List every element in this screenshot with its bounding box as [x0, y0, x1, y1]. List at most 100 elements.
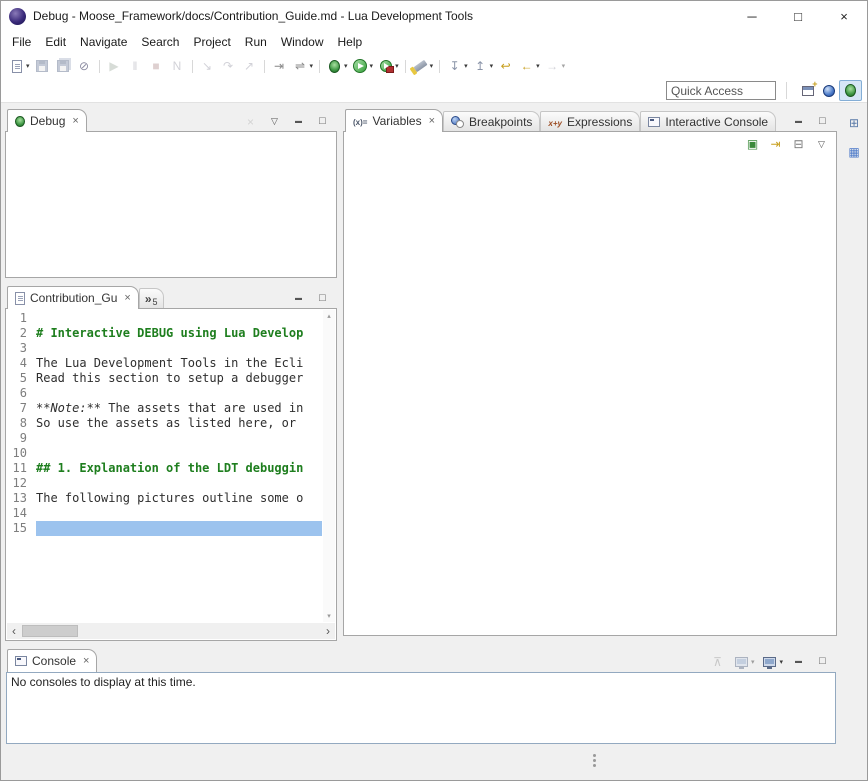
scroll-right-icon[interactable]: › — [321, 624, 335, 638]
run-to-line-button[interactable]: ⇥ — [269, 57, 290, 76]
scrollbar-thumb[interactable] — [22, 625, 78, 637]
skip-all-breakpoints-button[interactable]: ⊘ — [74, 57, 95, 76]
back-button[interactable]: ←▾ — [516, 57, 542, 76]
menu-window[interactable]: Window — [274, 35, 331, 49]
editor-line-11[interactable]: 11## 1. Explanation of the LDT debuggin — [8, 461, 322, 476]
run-button[interactable]: ▾ — [350, 57, 376, 76]
maximize-button[interactable]: □ — [312, 112, 333, 131]
view-menu-icon: ▽ — [266, 113, 283, 130]
editor-line-5[interactable]: 5Read this section to setup a debugger — [8, 371, 322, 386]
show-logical-structure-button[interactable]: ▣ — [742, 135, 763, 154]
tab-interactive-console[interactable]: Interactive Console — [640, 111, 776, 131]
maximize-button[interactable]: □ — [812, 652, 833, 671]
dropdown-arrow-icon[interactable]: ▾ — [562, 62, 566, 70]
open-console-icon — [761, 653, 778, 670]
editor-tab-contribution-guide[interactable]: Contribution_Gu × — [7, 286, 139, 309]
editor-line-1[interactable]: 1 — [8, 311, 322, 326]
menu-file[interactable]: File — [5, 35, 38, 49]
menu-project[interactable]: Project — [186, 35, 237, 49]
collapse-all-button[interactable]: ⊟ — [788, 135, 809, 154]
minimize-button[interactable]: ▬ — [288, 112, 309, 131]
open-perspective-button[interactable] — [797, 81, 818, 100]
debug-view-content[interactable] — [5, 131, 337, 278]
view-menu-button[interactable]: ▽ — [811, 135, 832, 154]
editor-horizontal-scrollbar[interactable]: ‹ › — [7, 623, 335, 639]
editor-line-13[interactable]: 13The following pictures outline some o — [8, 491, 322, 506]
editor-line-10[interactable]: 10 — [8, 446, 322, 461]
minimize-button[interactable]: ▬ — [788, 652, 809, 671]
menu-help[interactable]: Help — [331, 35, 370, 49]
dropdown-arrow-icon[interactable]: ▾ — [370, 62, 374, 70]
tab-expressions[interactable]: Expressions — [540, 111, 640, 131]
next-annotation-button[interactable]: ↧▾ — [444, 57, 470, 76]
editor-line-3[interactable]: 3 — [8, 341, 322, 356]
tab-console[interactable]: Console × — [7, 649, 97, 672]
editor-vertical-scrollbar[interactable]: ▴ ▾ — [323, 310, 335, 622]
minimized-outline-view-button[interactable]: ▦ — [844, 142, 865, 161]
tab-debug[interactable]: Debug × — [7, 109, 87, 132]
dropdown-arrow-icon[interactable]: ▾ — [395, 62, 399, 70]
quick-access-input[interactable]: Quick Access — [666, 81, 776, 100]
close-window-button[interactable]: × — [821, 1, 867, 31]
scroll-left-icon[interactable]: ‹ — [7, 624, 21, 638]
sash-handle[interactable] — [593, 754, 596, 757]
maximize-window-button[interactable]: □ — [775, 1, 821, 31]
maximize-button[interactable]: □ — [312, 289, 333, 308]
close-tab-icon[interactable]: × — [124, 292, 130, 304]
minimize-button[interactable]: ▬ — [288, 289, 309, 308]
dropdown-arrow-icon[interactable]: ▾ — [430, 62, 434, 70]
dropdown-arrow-icon[interactable]: ▾ — [26, 62, 30, 70]
debug-button[interactable]: ▾ — [324, 57, 350, 76]
debug-perspective-button[interactable] — [839, 80, 862, 101]
editor-line-15[interactable]: 15 — [8, 521, 322, 536]
last-edit-location-button[interactable]: ↩ — [495, 57, 516, 76]
editor-line-6[interactable]: 6 — [8, 386, 322, 401]
dropdown-arrow-icon[interactable]: ▾ — [779, 658, 783, 666]
restore-minimized-view-button[interactable]: ⊞ — [844, 113, 865, 132]
editor-text-area[interactable]: 12# Interactive DEBUG using Lua Develop3… — [8, 311, 322, 621]
editor-line-2[interactable]: 2# Interactive DEBUG using Lua Develop — [8, 326, 322, 341]
menu-search[interactable]: Search — [134, 35, 186, 49]
add-watch-button[interactable]: ⇥ — [765, 135, 786, 154]
use-step-filters-button[interactable]: ⇌▾ — [290, 57, 316, 76]
dropdown-arrow-icon[interactable]: ▾ — [751, 658, 755, 666]
scroll-down-icon[interactable]: ▾ — [327, 612, 331, 620]
dropdown-arrow-icon[interactable]: ▾ — [536, 62, 540, 70]
next-annotation-icon: ↧ — [446, 58, 463, 75]
tab-variables[interactable]: Variables× — [345, 109, 443, 132]
tab-breakpoints[interactable]: Breakpoints — [443, 111, 540, 131]
minimize-window-button[interactable]: ─ — [729, 1, 775, 31]
editor-tab-overflow[interactable]: » 5 — [139, 288, 164, 308]
dropdown-arrow-icon[interactable]: ▾ — [344, 62, 348, 70]
editor-line-7[interactable]: 7**Note:** The assets that are used in — [8, 401, 322, 416]
menu-edit[interactable]: Edit — [38, 35, 73, 49]
close-tab-icon[interactable]: × — [83, 655, 89, 667]
editor-line-9[interactable]: 9 — [8, 431, 322, 446]
editor-line-12[interactable]: 12 — [8, 476, 322, 491]
console-output[interactable]: No consoles to display at this time. — [6, 672, 836, 744]
view-menu-button[interactable]: ▽ — [264, 112, 285, 131]
minimize-button[interactable]: ▬ — [788, 112, 809, 131]
previous-annotation-button[interactable]: ↥▾ — [470, 57, 496, 76]
open-console-button[interactable]: ▾ — [759, 652, 785, 671]
editor-line-14[interactable]: 14 — [8, 506, 322, 521]
back-icon: ← — [518, 58, 535, 75]
close-tab-icon[interactable]: × — [429, 115, 435, 127]
editor-line-8[interactable]: 8So use the assets as listed here, or — [8, 416, 322, 431]
collapse-all-icon: ⊟ — [790, 136, 807, 153]
search-button[interactable]: ▾ — [410, 57, 436, 76]
dropdown-arrow-icon[interactable]: ▾ — [310, 62, 314, 70]
new-wizard-button[interactable]: ▾ — [6, 57, 32, 76]
scroll-up-icon[interactable]: ▴ — [327, 312, 331, 320]
editor-line-4[interactable]: 4The Lua Development Tools in the Ecli — [8, 356, 322, 371]
menu-run[interactable]: Run — [238, 35, 274, 49]
dropdown-arrow-icon[interactable]: ▾ — [464, 62, 468, 70]
maximize-button[interactable]: □ — [812, 112, 833, 131]
ldt-perspective-button[interactable] — [818, 81, 839, 100]
variables-view-content[interactable]: ▣⇥⊟▽ — [343, 131, 837, 636]
close-tab-icon[interactable]: × — [72, 115, 78, 127]
dropdown-arrow-icon[interactable]: ▾ — [490, 62, 494, 70]
minimize-icon: ▬ — [790, 653, 807, 670]
menu-navigate[interactable]: Navigate — [73, 35, 134, 49]
external-tools-button[interactable]: ▾ — [375, 57, 401, 76]
